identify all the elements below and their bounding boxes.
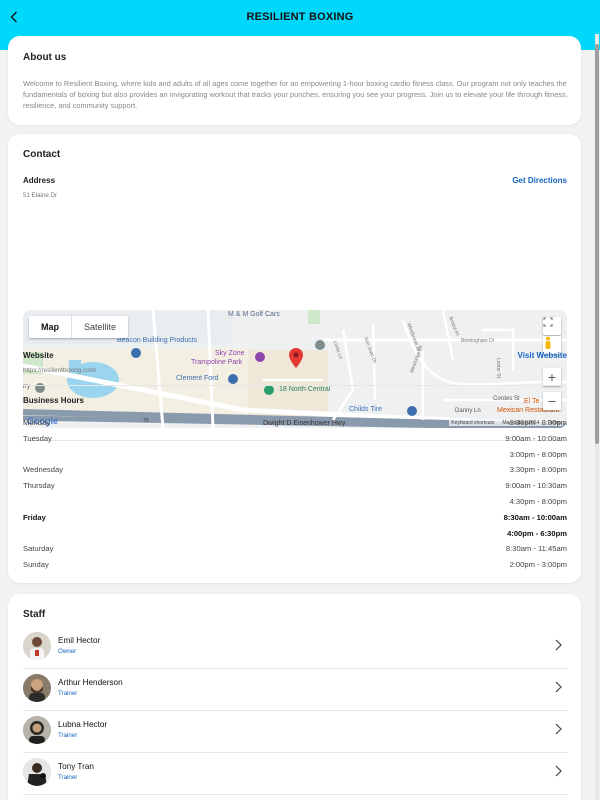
hours-row: 3:00pm - 8:00pm [23, 450, 567, 464]
map-label-beacon: Beacon Building Products [117, 337, 198, 344]
visit-website-link[interactable]: Visit Website [518, 351, 568, 360]
scrollbar-track[interactable] [595, 34, 599, 800]
location-map[interactable]: M & M Golf Cars Beacon Building Products… [23, 310, 567, 428]
staff-role: Owner [58, 648, 77, 655]
hours-time: 9:00am - 10:00am [505, 433, 567, 443]
about-description: Welcome to Resilient Boxing, where kids … [23, 79, 568, 110]
contact-title: Contact [23, 149, 61, 160]
page-title: RESILIENT BOXING [246, 11, 354, 23]
staff-card: Staff Emil Hector Owner Arthur Henderson… [8, 594, 581, 800]
tire-shop-icon [407, 406, 417, 416]
website-value: https://resilientboxing.com/ [23, 367, 97, 374]
zoom-out-button[interactable]: − [543, 392, 561, 410]
about-title: About us [23, 52, 67, 63]
staff-name: Lubna Hector [58, 720, 108, 729]
staff-role: Trainer [58, 732, 78, 739]
content-scroll[interactable]: About us Welcome to Resilient Boxing, wh… [0, 34, 600, 800]
chevron-right-icon [555, 639, 562, 651]
chevron-right-icon [555, 681, 562, 693]
hours-row: 4:00pm - 6:30pm [23, 529, 567, 543]
chevron-right-icon [555, 765, 562, 777]
map-label-childs: Childs Tire [349, 406, 383, 413]
avatar [23, 716, 51, 744]
map-label-mm-golf: M & M Golf Cars [228, 311, 280, 318]
store-icon [131, 348, 141, 358]
staff-item[interactable]: Tony Tran Trainer [23, 753, 567, 795]
zoom-in-button[interactable]: + [543, 368, 561, 386]
avatar [23, 674, 51, 702]
hours-day: Thursday [23, 481, 55, 491]
map-label-danny: Danny Ln [455, 408, 481, 414]
scrollbar-thumb[interactable] [595, 44, 599, 444]
address-value: 51 Elaine Dr [23, 192, 58, 199]
hours-row: Tuesday 9:00am - 10:00am [23, 434, 567, 448]
staff-name: Tony Tran [58, 762, 94, 771]
hours-time: 8:30am - 11:45am [505, 544, 567, 554]
hours-row: Sunday 2:00pm - 3:00pm [23, 560, 567, 574]
map-tab[interactable]: Map [29, 316, 71, 338]
map-label-clement: Clement Ford [176, 375, 219, 382]
staff-role: Trainer [58, 774, 78, 781]
school-icon [315, 340, 325, 350]
staff-item[interactable]: Emil Hector Owner [23, 627, 567, 669]
hours-row: 4:30pm - 8:00pm [23, 497, 567, 511]
hours-time: 3:30pm - 8:00pm [509, 465, 567, 475]
hours-row: Wednesday 3:30pm - 8:00pm [23, 465, 567, 479]
staff-title: Staff [23, 609, 46, 620]
staff-name: Emil Hector [58, 636, 101, 645]
avatar [23, 632, 51, 660]
map-label-lester: Lester St [495, 358, 501, 379]
hours-time: 4:30pm - 8:00pm [509, 497, 567, 506]
address-label: Address [23, 176, 56, 185]
get-directions-link[interactable]: Get Directions [512, 176, 567, 185]
hours-time: 3:30pm - 8:00pm [509, 418, 567, 427]
hours-time: 3:00pm - 8:00pm [509, 449, 567, 459]
map-label-cordes: Cordes St [493, 396, 520, 402]
contact-card: Contact Address Get Directions 51 Elaine… [8, 134, 581, 583]
car-dealer-icon [228, 374, 238, 384]
location-pin-icon[interactable] [289, 348, 303, 368]
hours-row: Thursday 9:00am - 10:30am [23, 481, 567, 495]
map-label-sky-zone: Sky Zone [215, 350, 245, 357]
hours-day: Saturday [23, 544, 54, 554]
hours-day: Wednesday [23, 465, 63, 475]
map-label-birmingham: Birmingham Dr [461, 338, 495, 344]
fullscreen-icon [543, 317, 553, 327]
divider [23, 794, 567, 795]
hours-time: 2:00pm - 3:00pm [509, 560, 567, 570]
staff-role: Trainer [58, 690, 78, 697]
staff-item[interactable]: Arthur Henderson Trainer [23, 669, 567, 711]
website-label: Website [23, 351, 54, 360]
medical-icon [264, 385, 274, 395]
staff-name: Arthur Henderson [58, 678, 123, 687]
hours-time: 9:00am - 10:30am [505, 481, 567, 491]
avatar [23, 758, 51, 786]
business-hours-label: Business Hours [23, 396, 84, 405]
fullscreen-button[interactable] [543, 317, 561, 335]
staff-item[interactable]: Lubna Hector Trainer [23, 711, 567, 753]
chevron-right-icon [555, 723, 562, 735]
hours-day: Tuesday [23, 433, 52, 443]
hours-time: 4:00pm - 6:30pm [507, 528, 567, 538]
map-label-north-central: 18 North Central [279, 386, 331, 393]
hours-day: Monday [23, 418, 51, 427]
hours-day: Sunday [23, 560, 49, 570]
map-label-trampoline: Trampoline Park [191, 359, 243, 366]
hours-row: Friday 8:30am - 10:00am [23, 513, 567, 527]
hours-row: Monday 3:30pm - 8:00pm [23, 418, 567, 432]
satellite-tab[interactable]: Satellite [71, 316, 128, 338]
map-label-el-te: El Te [524, 398, 540, 405]
hours-row: Saturday 8:30am - 11:45am [23, 544, 567, 558]
hours-day: Friday [23, 512, 46, 522]
divider [23, 385, 567, 386]
park-icon [255, 352, 265, 362]
pegman-icon [545, 336, 551, 349]
hours-time: 8:30am - 10:00am [503, 512, 567, 522]
about-card: About us Welcome to Resilient Boxing, wh… [8, 36, 581, 125]
map-type-toggle: Map Satellite [29, 316, 129, 338]
